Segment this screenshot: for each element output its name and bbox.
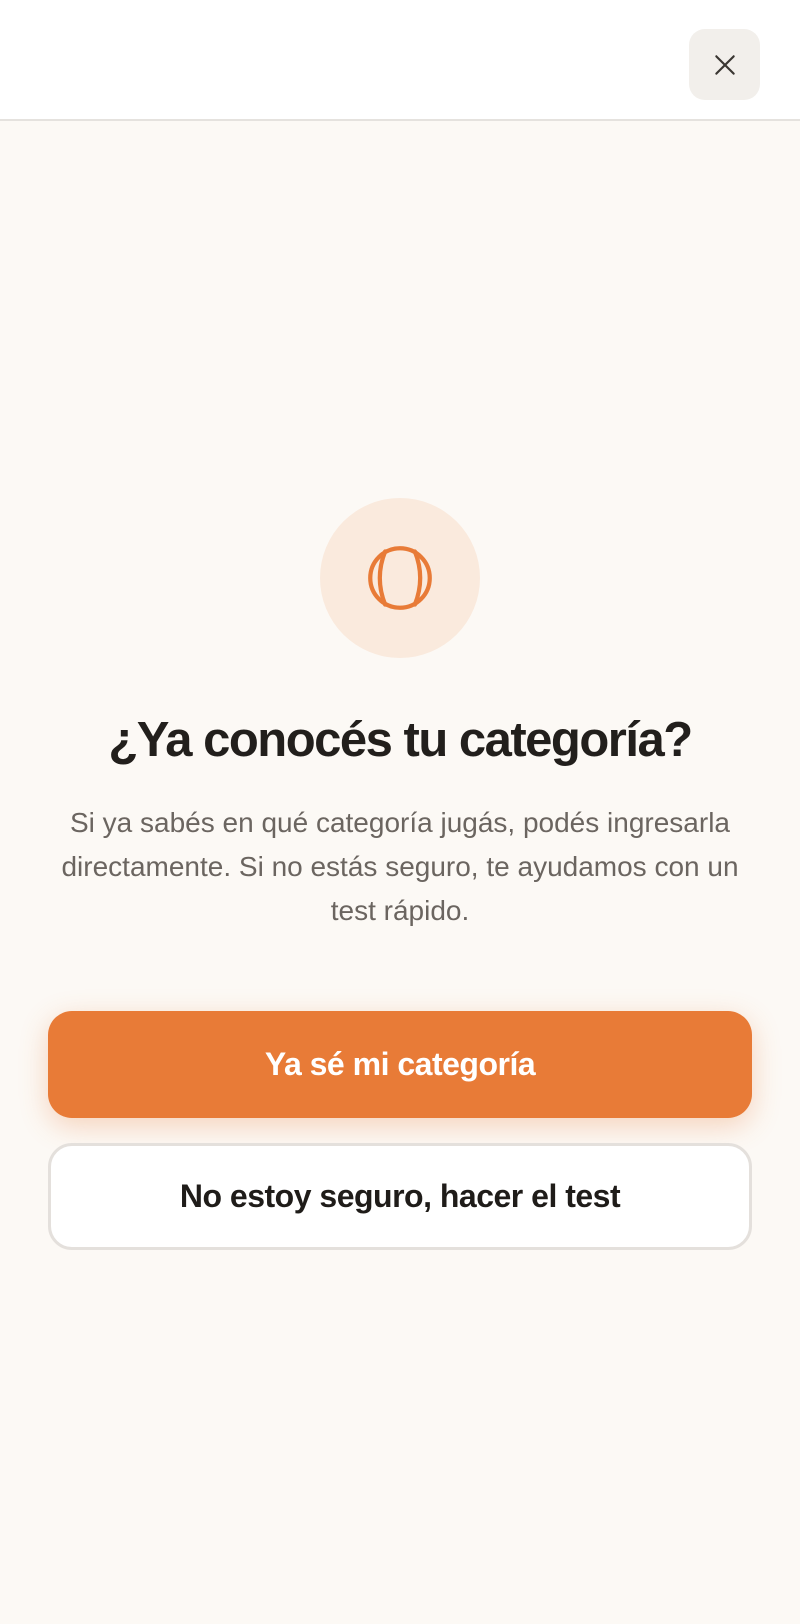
- tennis-ball-icon: [368, 546, 432, 610]
- main-content: ¿Ya conocés tu categoría? Si ya sabés en…: [0, 121, 800, 1624]
- know-category-button[interactable]: Ya sé mi categoría: [48, 1011, 752, 1118]
- take-test-button[interactable]: No estoy seguro, hacer el test: [48, 1143, 752, 1250]
- top-bar: [0, 0, 800, 121]
- close-icon: [714, 54, 735, 75]
- know-category-button-label: Ya sé mi categoría: [264, 1046, 536, 1082]
- page-title: ¿Ya conocés tu categoría?: [108, 713, 693, 767]
- icon-badge: [320, 498, 480, 658]
- close-button[interactable]: [689, 29, 760, 100]
- take-test-button-label: No estoy seguro, hacer el test: [179, 1178, 621, 1214]
- page-subtitle: Si ya sabés en qué categoría jugás, podé…: [61, 807, 739, 926]
